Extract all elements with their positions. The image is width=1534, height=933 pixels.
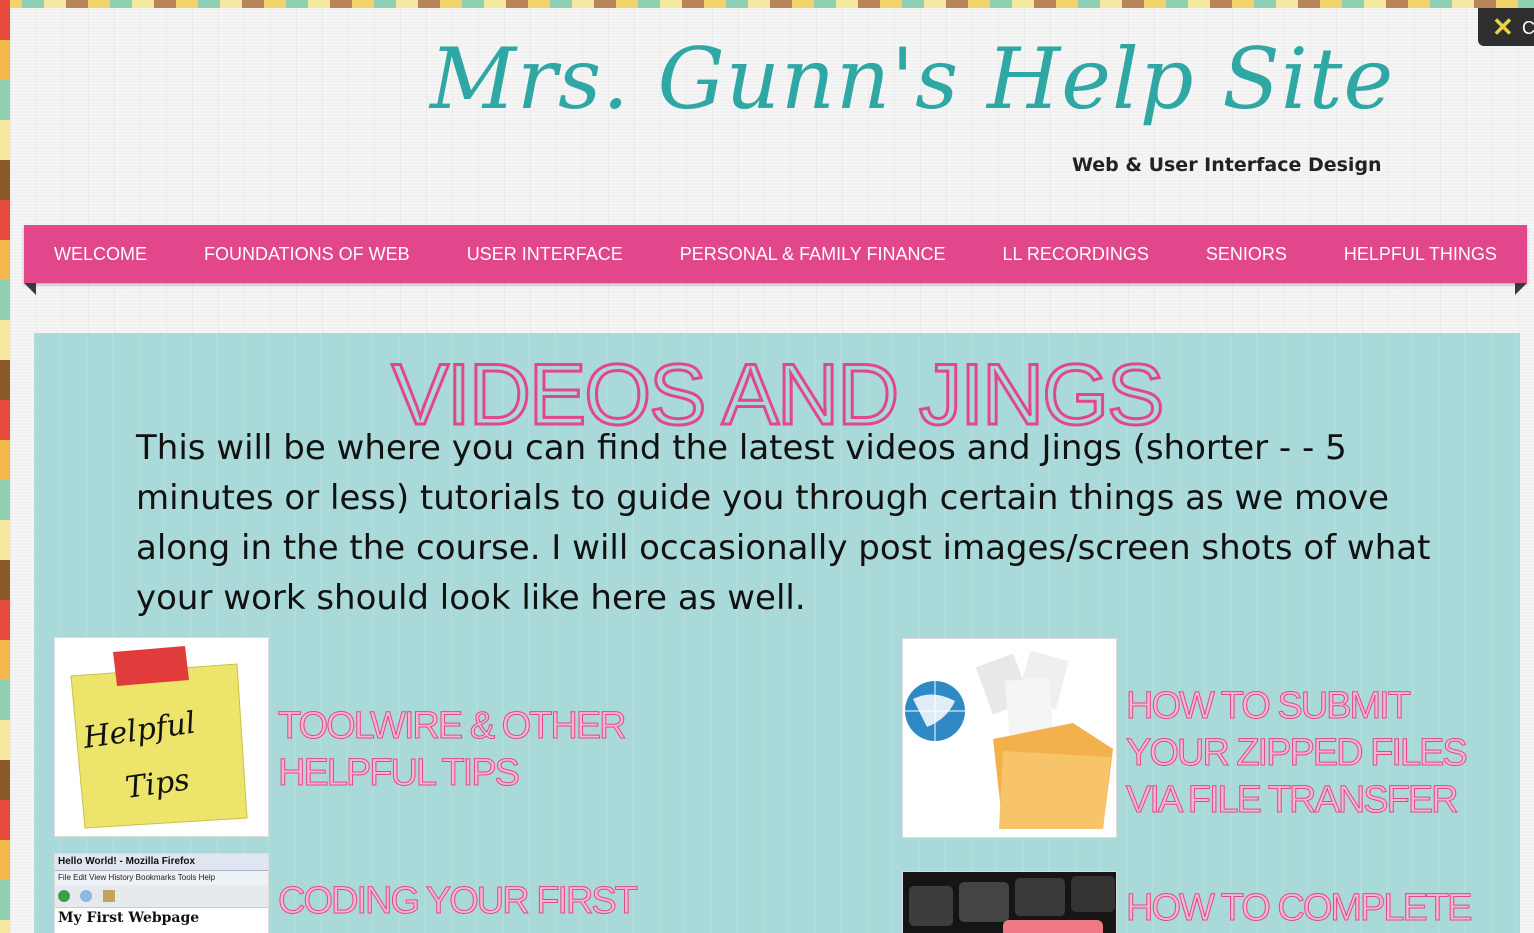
firefox-screenshot-thumbnail[interactable]: Hello World! - Mozilla Firefox File Edit… xyxy=(54,853,269,933)
globe-folder-icon xyxy=(903,639,1116,837)
thumb-menubar: File Edit View History Bookmarks Tools H… xyxy=(55,871,268,885)
card-title-coding-first-web-page[interactable]: CODING YOUR FIRST WEB PAGE xyxy=(278,878,639,933)
nav-item-user-interface[interactable]: USER INTERFACE xyxy=(467,244,623,265)
nav-item-foundations-of-web[interactable]: FOUNDATIONS OF WEB xyxy=(204,244,410,265)
decorative-border-top xyxy=(0,0,1534,8)
card-title-toolwire[interactable]: TOOLWIRE & OTHER HELPFUL TIPS xyxy=(278,703,628,797)
close-label: C xyxy=(1522,18,1534,38)
thumb-forward-icon xyxy=(80,890,93,902)
intro-paragraph: This will be where you can find the late… xyxy=(136,428,1431,618)
card-title-line: HELPFUL TIPS xyxy=(278,752,521,795)
card-title-line: VIA FILE TRANSFER xyxy=(1126,779,1460,822)
ribbon-fold-right xyxy=(1515,283,1527,295)
nav-item-personal-family-finance[interactable]: PERSONAL & FAMILY FINANCE xyxy=(680,244,946,265)
thumb-back-icon xyxy=(58,890,70,902)
main-navigation: WELCOME FOUNDATIONS OF WEB USER INTERFAC… xyxy=(24,225,1527,283)
keyboard-icon xyxy=(903,872,1116,933)
decorative-border-left xyxy=(0,0,10,933)
ribbon-fold-left xyxy=(24,283,36,295)
content-panel: VIDEOS AND JINGS This will be where you … xyxy=(34,333,1520,933)
card-title-line: YOUR ZIPPED FILES xyxy=(1126,732,1469,775)
nav-item-welcome[interactable]: WELCOME xyxy=(54,244,147,265)
thumb-page-text: My First Webpage xyxy=(58,910,200,926)
thumb-titlebar: Hello World! - Mozilla Firefox xyxy=(55,854,268,871)
card-title-how-to-complete[interactable]: HOW TO COMPLETE xyxy=(1125,885,1472,932)
card-title-line: HOW TO COMPLETE xyxy=(1125,887,1472,930)
card-title-submit-zipped-files[interactable]: HOW TO SUBMIT YOUR ZIPPED FILES VIA FILE… xyxy=(1126,683,1469,824)
card-title-line: HOW TO SUBMIT xyxy=(1126,685,1412,728)
card-title-line: WEB PAGE xyxy=(278,925,636,933)
page-background: ✕ C Mrs. Gunn's Help Site Web & User Int… xyxy=(10,8,1534,933)
thumb-toolbar xyxy=(55,885,268,908)
card-title-line: TOOLWIRE & OTHER xyxy=(278,705,628,748)
sticky-note-icon: Helpful Tips xyxy=(55,638,268,836)
close-icon: ✕ xyxy=(1492,12,1514,42)
thumb-home-icon xyxy=(102,890,115,902)
nav-item-seniors[interactable]: SENIORS xyxy=(1206,244,1287,265)
card-title-line: CODING YOUR FIRST xyxy=(278,880,639,923)
nav-item-helpful-things[interactable]: HELPFUL THINGS xyxy=(1344,244,1497,265)
close-button[interactable]: ✕ C xyxy=(1478,8,1534,46)
nav-item-ll-recordings[interactable]: LL RECORDINGS xyxy=(1002,244,1148,265)
file-transfer-thumbnail[interactable] xyxy=(902,638,1117,838)
site-title[interactable]: Mrs. Gunn's Help Site xyxy=(430,30,1393,150)
keyboard-thumbnail[interactable] xyxy=(902,871,1117,933)
site-subtitle: Web & User Interface Design xyxy=(1072,154,1382,176)
helpful-tips-thumbnail[interactable]: Helpful Tips xyxy=(54,637,269,837)
